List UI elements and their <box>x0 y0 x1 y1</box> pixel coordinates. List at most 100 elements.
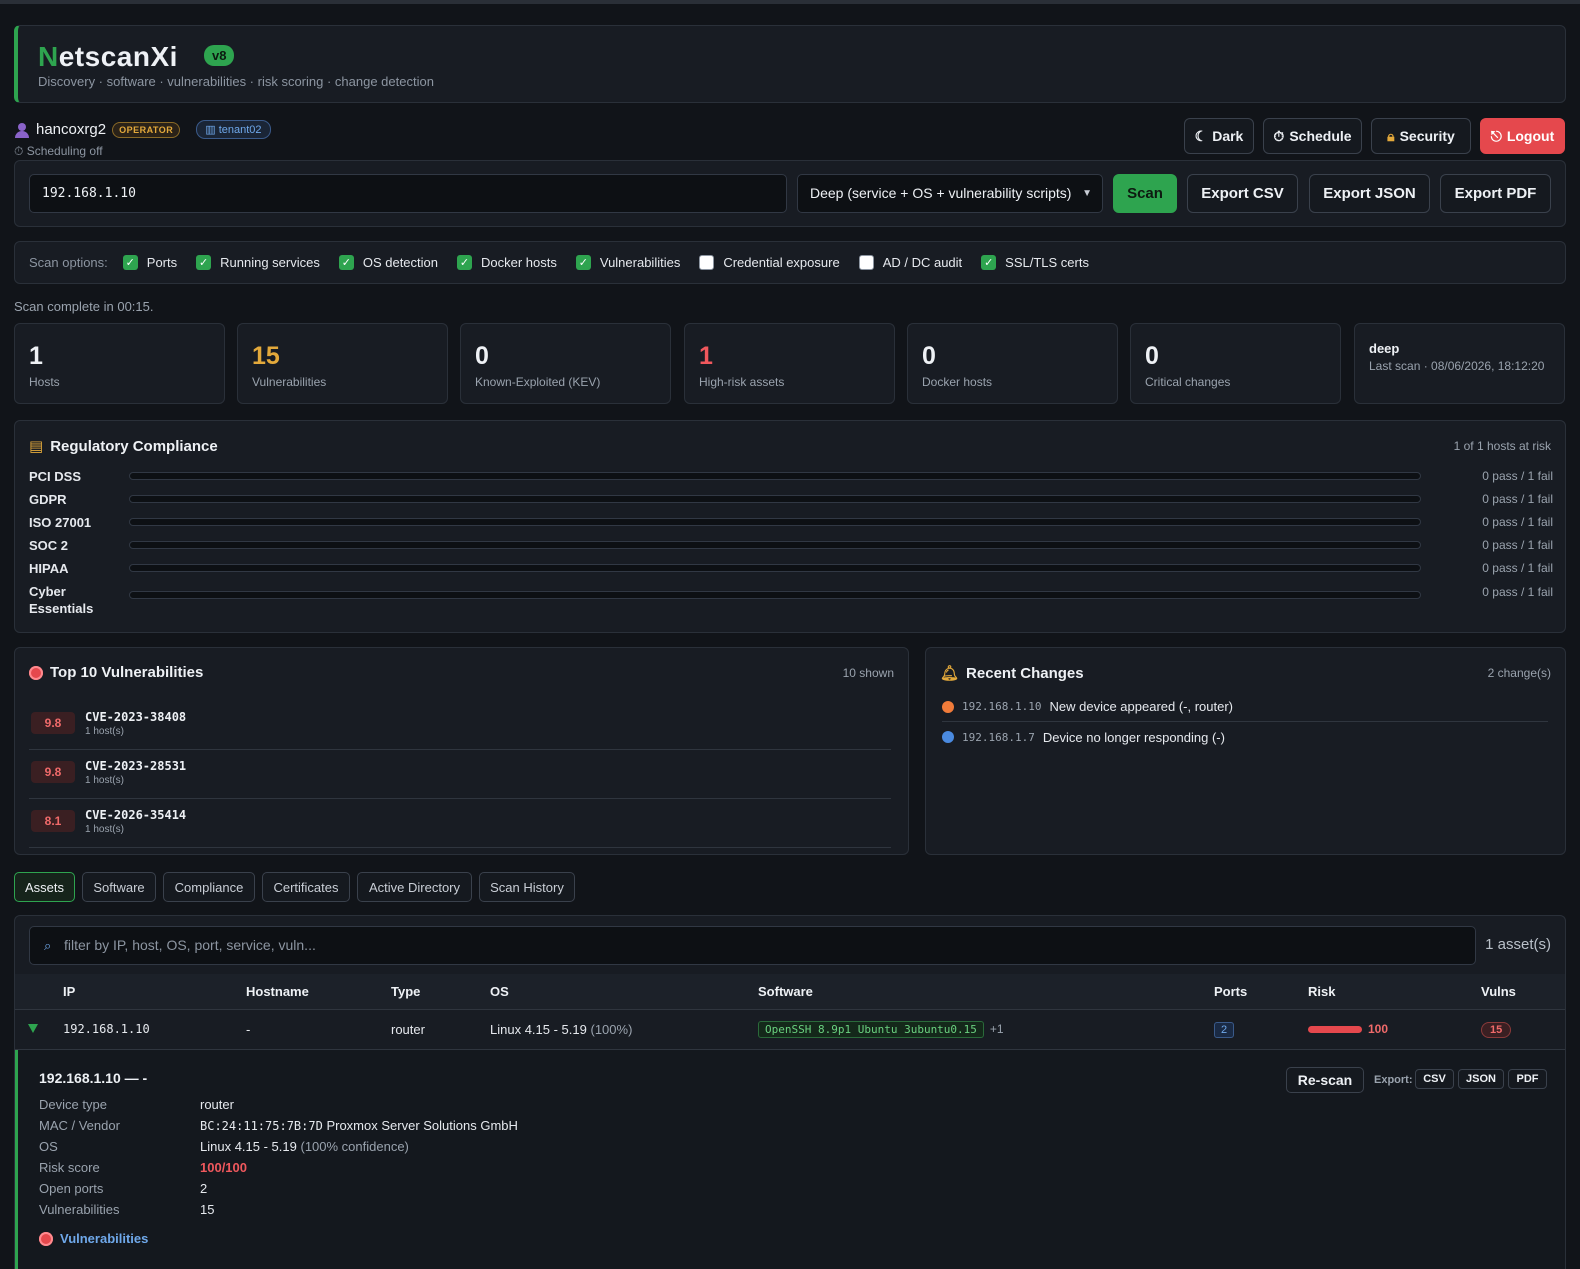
asset-detail: 192.168.1.10 — - Re-scan Export: CSV JSO… <box>15 1050 1565 1269</box>
role-badge: OPERATOR <box>112 121 181 138</box>
detail-vulnerabilities-heading[interactable]: Vulnerabilities <box>39 1231 148 1246</box>
option-vulnerabilities[interactable]: ✓ Vulnerabilities <box>575 255 681 270</box>
compliance-result: 0 pass / 1 fail <box>1482 538 1553 552</box>
compliance-progress-bar <box>129 564 1421 572</box>
bell-icon: 🔔︎ <box>940 665 960 682</box>
option-ssl-tls-certs[interactable]: ✓ SSL/TLS certs <box>981 255 1089 270</box>
affected-hosts: 1 host(s) <box>85 824 124 835</box>
compliance-progress-bar <box>129 541 1421 549</box>
column-header-risk[interactable]: Risk <box>1308 984 1335 999</box>
checkbox[interactable]: ✓ <box>122 255 138 270</box>
scan-mode-select[interactable]: Deep (service + OS + vulnerability scrip… <box>797 174 1103 213</box>
option-os-detection[interactable]: ✓ OS detection <box>338 255 438 270</box>
column-header-hostname[interactable]: Hostname <box>246 984 309 999</box>
option-credential-exposure[interactable]: Credential exposure <box>699 255 840 270</box>
last-scan-mode: deep <box>1369 341 1400 356</box>
target-input[interactable]: 192.168.1.10 <box>29 174 787 213</box>
detail-export-csv-button[interactable]: CSV <box>1415 1069 1454 1089</box>
stat-card-high-risk-assets: 1 High-risk assets <box>684 323 895 404</box>
column-header-ip[interactable]: IP <box>63 984 75 999</box>
rescan-button[interactable]: Re-scan <box>1286 1067 1364 1093</box>
window-top-border <box>0 0 1580 4</box>
cve-id: CVE-2026-35414 <box>85 808 187 822</box>
tab-scan-history[interactable]: Scan History <box>479 872 575 902</box>
risk-bar <box>1308 1026 1362 1034</box>
app-header: NetscanXi v8 Discovery · software · vuln… <box>14 25 1566 103</box>
option-label: Credential exposure <box>723 255 840 270</box>
checkbox[interactable]: ✓ <box>196 255 212 270</box>
tab-assets[interactable]: Assets <box>14 872 75 902</box>
stat-label: Vulnerabilities <box>252 375 327 389</box>
app-tagline: Discovery · software · vulnerabilities ·… <box>38 74 434 89</box>
checkbox[interactable]: ✓ <box>575 255 591 270</box>
assets-table-header: IP Hostname Type OS Software Ports Risk … <box>15 974 1565 1010</box>
lock-icon: 🔒︎ <box>1387 127 1395 144</box>
software-more[interactable]: +1 <box>990 1022 1004 1036</box>
stat-label: Critical changes <box>1145 375 1231 389</box>
option-label: Vulnerabilities <box>599 255 681 270</box>
column-header-os[interactable]: OS <box>490 984 509 999</box>
column-header-type[interactable]: Type <box>391 984 420 999</box>
detail-open-ports: 2 <box>200 1181 208 1196</box>
option-label: AD / DC audit <box>882 255 963 270</box>
export-json-button[interactable]: Export JSON <box>1309 174 1430 213</box>
scan-button[interactable]: Scan <box>1113 174 1177 213</box>
recent-changes-title: 🔔︎ Recent Changes <box>940 664 1084 683</box>
checkbox[interactable] <box>858 255 874 270</box>
checkbox[interactable]: ✓ <box>338 255 354 270</box>
red-circle-icon <box>39 1231 53 1246</box>
tab-certificates[interactable]: Certificates <box>262 872 350 902</box>
column-header-ports[interactable]: Ports <box>1214 984 1247 999</box>
expand-triangle-icon[interactable] <box>28 1024 38 1033</box>
change-item[interactable]: 192.168.1.7 Device no longer responding (… <box>942 722 1548 752</box>
change-item[interactable]: 192.168.1.10 New device appeared (-, rout… <box>942 692 1548 722</box>
tab-active-directory[interactable]: Active Directory <box>357 872 472 902</box>
checkbox[interactable]: ✓ <box>457 255 472 270</box>
option-ports[interactable]: ✓ Ports <box>122 255 177 270</box>
detail-key: MAC / Vendor <box>39 1118 120 1133</box>
detail-export-pdf-button[interactable]: PDF <box>1508 1069 1547 1089</box>
table-row[interactable]: 192.168.1.10 - router Linux 4.15 - 5.19 … <box>15 1010 1565 1050</box>
compliance-result: 0 pass / 1 fail <box>1482 585 1553 599</box>
detail-export-json-button[interactable]: JSON <box>1458 1069 1504 1089</box>
schedule-button[interactable]: ⏱ Schedule <box>1263 118 1362 154</box>
stat-card-critical-changes: 0 Critical changes <box>1130 323 1341 404</box>
asset-filter-input[interactable]: ⌕ filter by IP, host, OS, port, service, … <box>29 926 1476 965</box>
compliance-result: 0 pass / 1 fail <box>1482 492 1553 506</box>
column-header-software[interactable]: Software <box>758 984 813 999</box>
column-header-vulns[interactable]: Vulns <box>1481 984 1516 999</box>
recent-changes-meta: 2 change(s) <box>1487 666 1551 680</box>
logout-button[interactable]: ⎋ Logout <box>1480 118 1565 154</box>
vulnerability-item[interactable]: 9.8 CVE-2023-38408 1 host(s) <box>29 702 891 750</box>
export-pdf-button[interactable]: Export PDF <box>1440 174 1551 213</box>
compliance-name: PCI DSS <box>29 469 82 484</box>
security-button[interactable]: 🔒︎ Security <box>1371 118 1471 154</box>
stat-label: Hosts <box>29 375 60 389</box>
vulnerability-item[interactable]: 9.8 CVE-2023-28531 1 host(s) <box>29 751 891 799</box>
checkbox[interactable]: ✓ <box>981 255 997 270</box>
option-label: SSL/TLS certs <box>1005 255 1089 270</box>
dark-mode-button[interactable]: ☾ Dark <box>1184 118 1254 154</box>
change-ip: 192.168.1.7 <box>962 730 1035 744</box>
scroll-icon: ▤ <box>29 438 44 455</box>
detail-key: Open ports <box>39 1181 104 1196</box>
change-dot-icon <box>942 731 954 743</box>
option-ad-dc-audit[interactable]: AD / DC audit <box>858 255 963 270</box>
compliance-progress-bar <box>129 591 1421 599</box>
export-csv-button[interactable]: Export CSV <box>1187 174 1298 213</box>
scan-options-label: Scan options: <box>29 255 108 270</box>
tab-compliance[interactable]: Compliance <box>163 872 255 902</box>
cell-ports: 2 <box>1214 1021 1235 1038</box>
compliance-result: 0 pass / 1 fail <box>1482 561 1553 575</box>
compliance-progress-bar <box>129 518 1421 526</box>
vulnerability-item[interactable]: 8.1 CVE-2026-35414 1 host(s) <box>29 800 891 848</box>
last-scan-card: deep Last scan · 08/06/2026, 18:12:20 <box>1354 323 1565 404</box>
checkbox[interactable] <box>699 255 715 270</box>
option-running-services[interactable]: ✓ Running services <box>196 255 320 270</box>
stat-value: 15 <box>252 342 280 370</box>
cve-id: CVE-2023-28531 <box>85 759 187 773</box>
cell-ip: 192.168.1.10 <box>63 1022 150 1036</box>
tab-software[interactable]: Software <box>82 872 156 902</box>
option-docker-hosts[interactable]: ✓ Docker hosts <box>457 255 557 270</box>
stat-label: Known-Exploited (KEV) <box>475 375 601 389</box>
